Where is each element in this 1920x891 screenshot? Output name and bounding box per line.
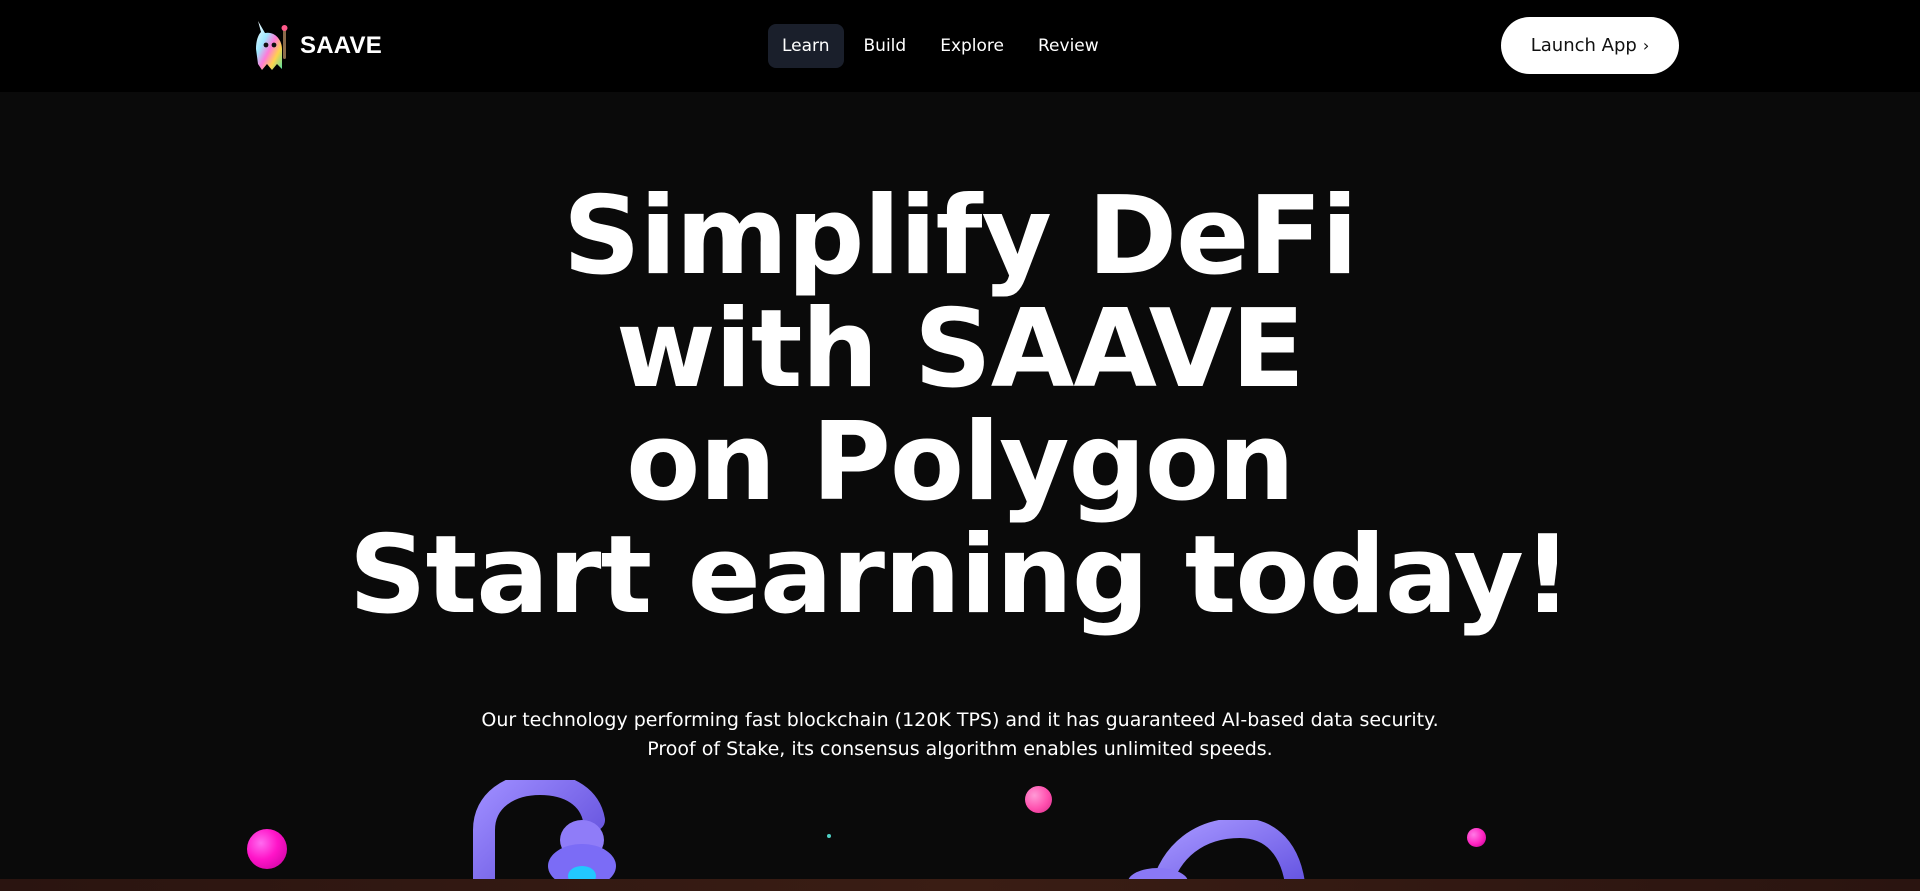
top-nav: SAAVE Learn Build Explore Review Launch … [0,0,1920,92]
magenta-orb [247,829,287,869]
hero-title-line: Simplify DeFi [562,174,1358,299]
main-nav: Learn Build Explore Review [768,24,1119,68]
chevron-right-icon: › [1642,36,1650,55]
nav-item-learn[interactable]: Learn [768,24,844,68]
hero-title: Simplify DeFi with SAAVE on Polygon Star… [0,180,1920,632]
hero-title-line: on Polygon [626,400,1295,525]
teal-dot [827,834,831,838]
ghost-logo-icon [256,21,288,70]
bottom-edge-strip [0,879,1920,891]
nav-item-explore[interactable]: Explore [926,24,1018,68]
hero-title-line: Start earning today! [348,513,1572,638]
brand-home-link[interactable]: SAAVE [250,18,382,74]
nav-item-build[interactable]: Build [850,24,921,68]
launch-app-button[interactable]: Launch App › [1501,17,1679,74]
nav-item-review[interactable]: Review [1024,24,1113,68]
hero-subtitle-line: Our technology performing fast blockchai… [481,709,1439,731]
purple-tube-decoration [473,780,616,891]
pink-orb [1025,786,1052,813]
launch-app-label: Launch App [1530,35,1637,56]
landing-page: SAAVE Learn Build Explore Review Launch … [0,0,1920,891]
magenta-orb-small [1467,828,1486,847]
hero-subtitle-line: Proof of Stake, its consensus algorithm … [647,738,1273,760]
brand-name: SAAVE [300,32,382,59]
hero-subtitle: Our technology performing fast blockchai… [0,706,1920,764]
hero-title-line: with SAAVE [616,287,1305,412]
